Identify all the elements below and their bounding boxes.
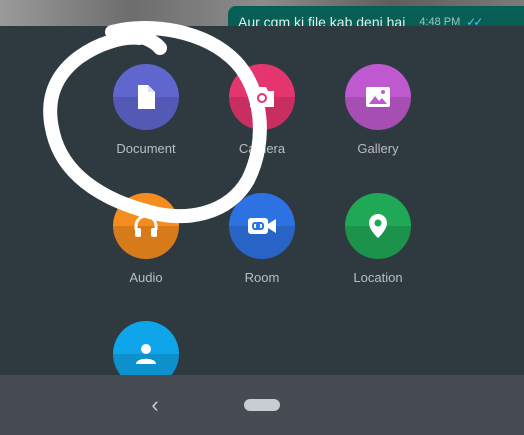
attach-camera-button[interactable]: Camera [197,64,327,156]
attach-room-button[interactable]: Room [197,193,327,285]
headphones-icon [113,193,179,259]
attach-camera-label: Camera [238,141,286,156]
camera-icon [229,64,295,130]
system-navigation-bar: ‹ [0,375,524,435]
location-pin-icon [345,193,411,259]
attach-audio-label: Audio [129,270,163,285]
attach-location-button[interactable]: Location [313,193,443,285]
home-pill-icon[interactable] [244,399,280,411]
attach-document-button[interactable]: Document [81,64,211,156]
document-icon [113,64,179,130]
attachment-sheet: Document Camera Gallery Audio Room Locat… [0,26,524,387]
attach-location-label: Location [353,270,403,285]
gallery-icon [345,64,411,130]
attach-gallery-button[interactable]: Gallery [313,64,443,156]
attach-audio-button[interactable]: Audio [81,193,211,285]
attach-gallery-label: Gallery [357,141,399,156]
video-link-icon [229,193,295,259]
chevron-left-icon[interactable]: ‹ [146,393,164,417]
attach-room-label: Room [244,270,280,285]
attach-document-label: Document [116,141,176,156]
